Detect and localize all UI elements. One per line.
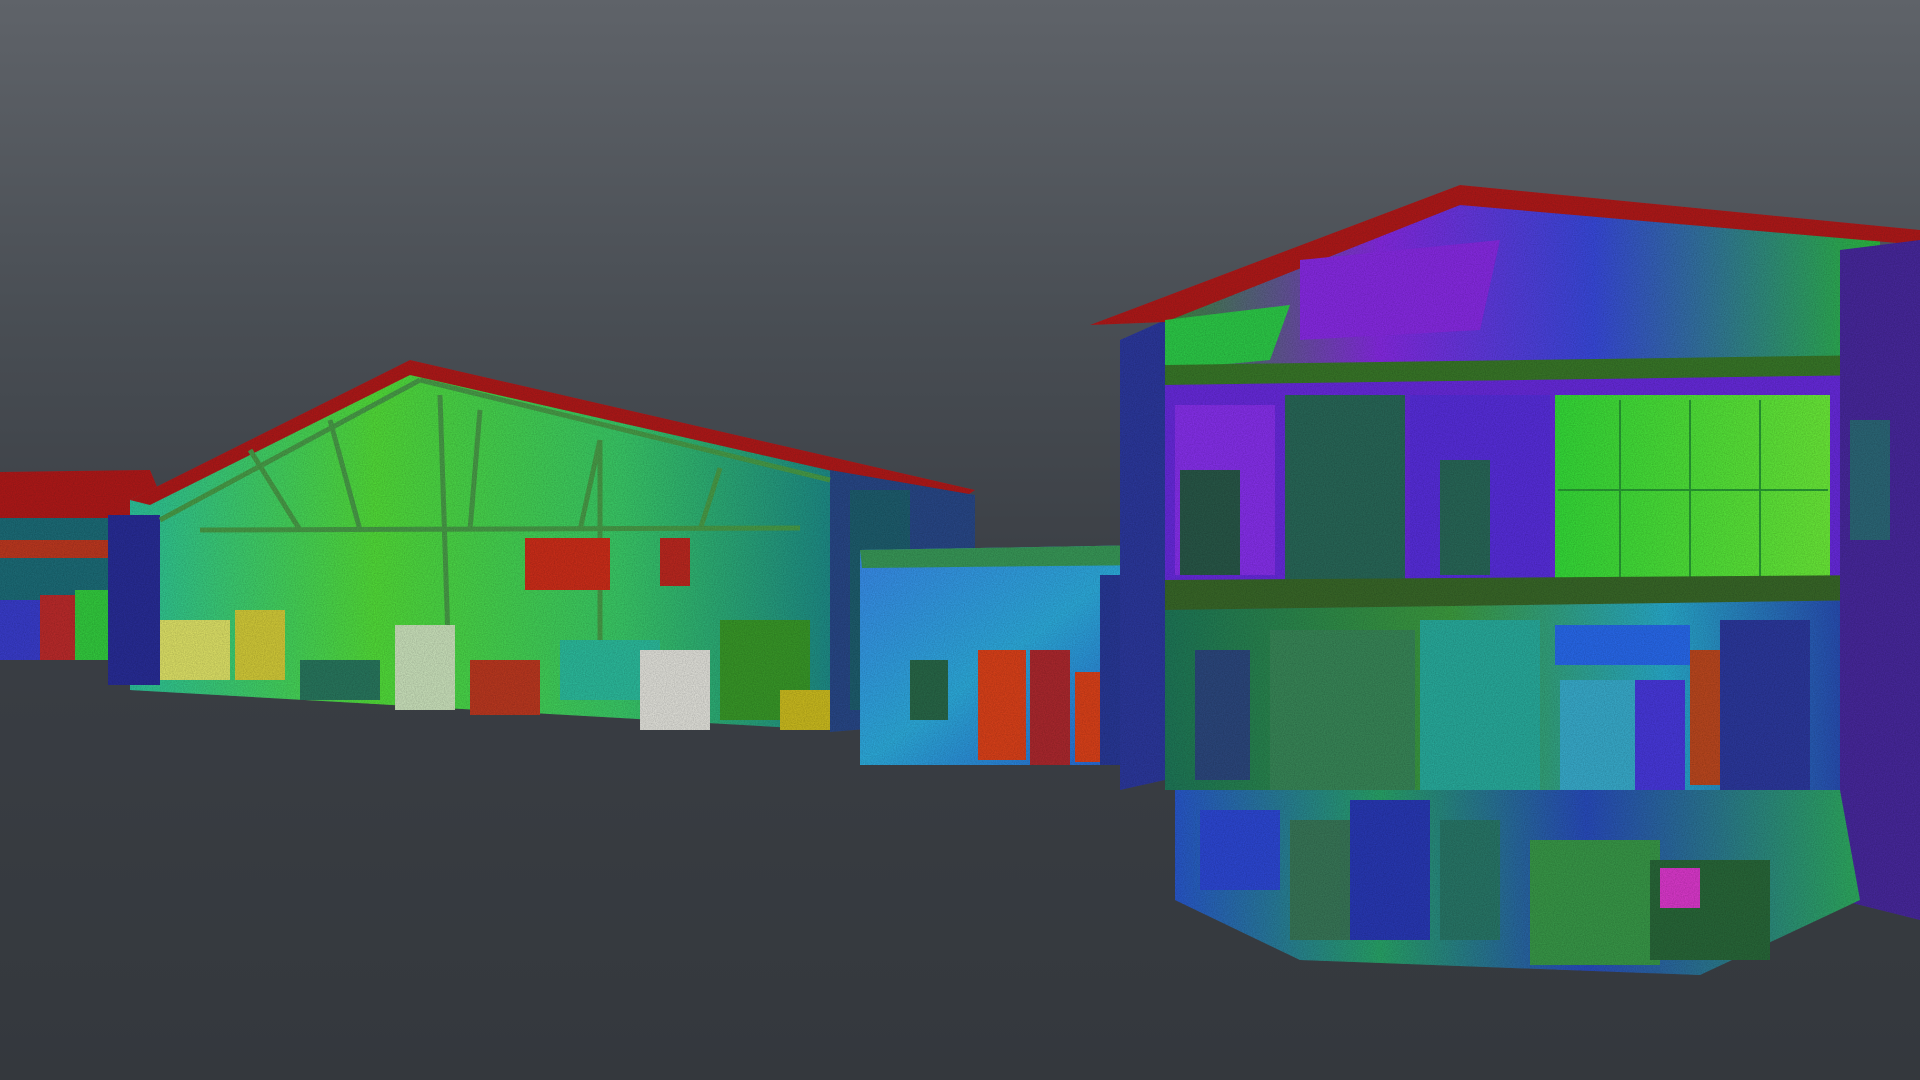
small-blue-annex[interactable]: [860, 545, 1155, 765]
main-sectioned-building[interactable]: [1090, 185, 1920, 975]
point-cloud-viewport[interactable]: [0, 0, 1920, 1080]
annex-window: [910, 660, 948, 720]
warehouse-shed[interactable]: [108, 360, 975, 732]
point-cloud-scene[interactable]: [0, 0, 1920, 1080]
green-cabinet-wall: [1555, 395, 1830, 580]
annex-door: [978, 650, 1026, 760]
